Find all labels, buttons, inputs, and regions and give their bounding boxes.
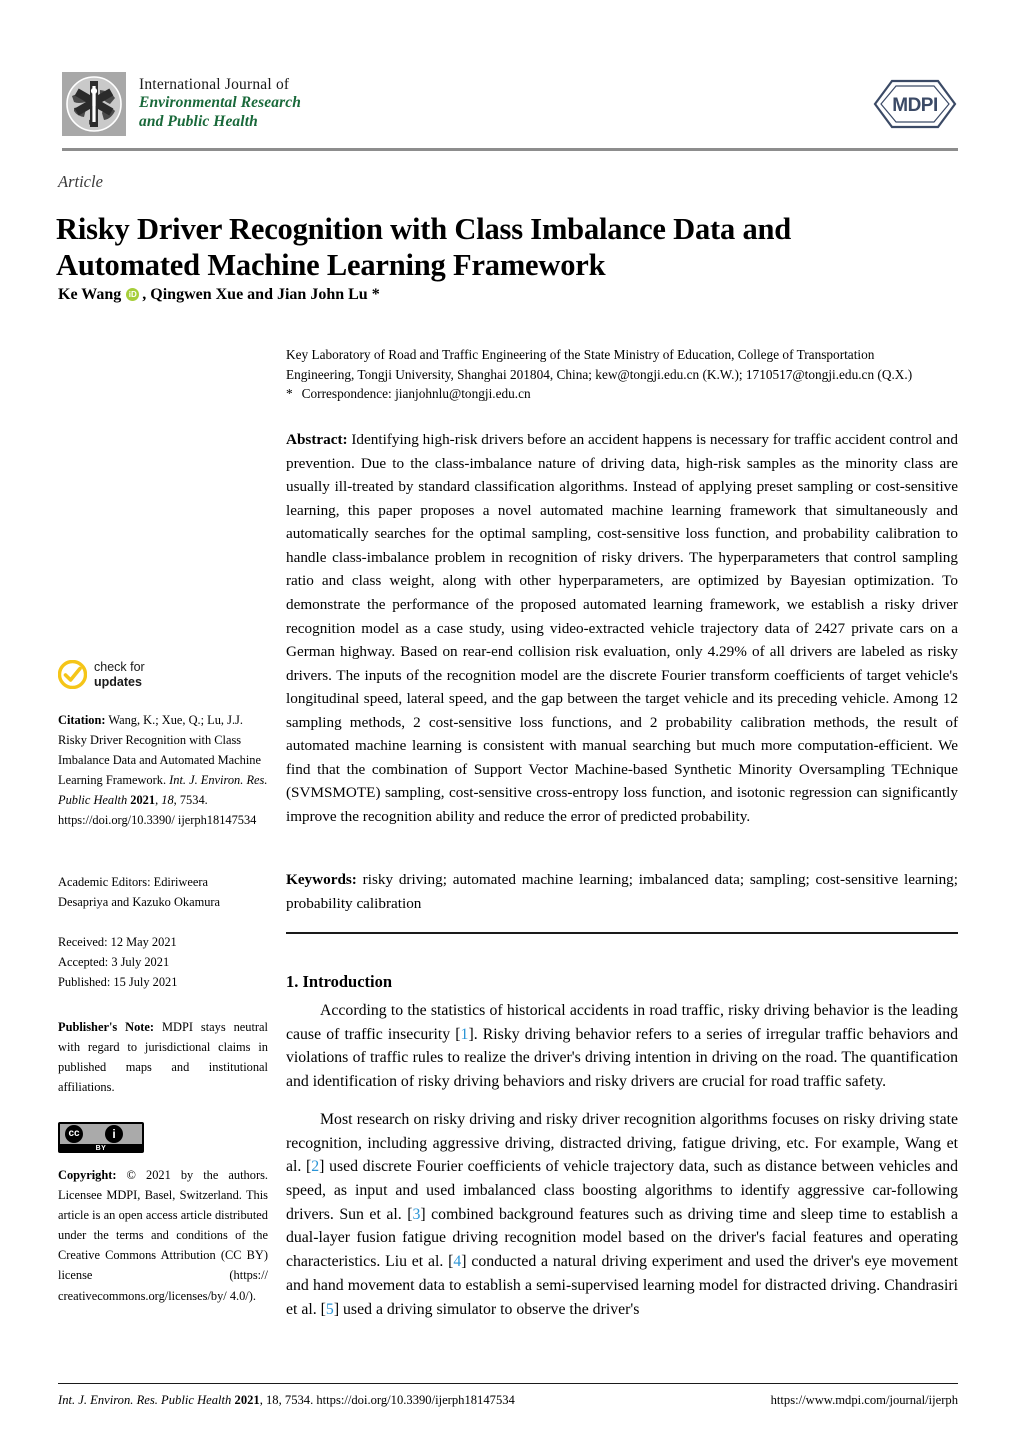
citation-ref-5[interactable]: 5 [326, 1301, 334, 1318]
paper-page: International Journal of Environmental R… [0, 0, 1020, 1442]
affiliation-block: Key Laboratory of Road and Traffic Engin… [286, 345, 958, 404]
journal-title-line1: International Journal of [139, 76, 290, 93]
academic-editors-block: Academic Editors: Ediriweera Desapriya a… [58, 872, 268, 912]
copyright-block: Copyright: © 2021 by the authors. Licens… [58, 1165, 268, 1306]
journal-logo: International Journal of Environmental R… [62, 72, 301, 136]
footer-citation: Int. J. Environ. Res. Public Health 2021… [58, 1393, 515, 1408]
check-updates-text: check for updates [94, 660, 145, 689]
journal-title-line2: Environmental Research [139, 94, 301, 112]
check-circle-icon [57, 659, 88, 690]
journal-title: International Journal of Environmental R… [139, 72, 301, 131]
cc-icon: cc [65, 1125, 83, 1143]
editors-line-1: Academic Editors: Ediriweera [58, 875, 209, 889]
affiliation-line-2: Engineering, Tongji University, Shanghai… [286, 366, 913, 382]
footer-journal-name: Int. J. Environ. Res. Public Health [58, 1393, 232, 1407]
footer-divider [58, 1383, 958, 1385]
footer-year: 2021 [234, 1393, 260, 1407]
keywords-section: Keywords: risky driving; automated machi… [286, 868, 958, 915]
section-heading-introduction: 1. Introduction [286, 972, 393, 991]
publication-dates-block: Received: 12 May 2021 Accepted: 3 July 2… [58, 932, 268, 992]
page-title: Risky Driver Recognition with Class Imba… [56, 212, 792, 283]
abstract-section: Abstract: Identifying high-risk drivers … [286, 428, 958, 829]
cc-by-label: BY [95, 1145, 107, 1152]
intro-paragraph-2: Most research on risky driving and risky… [286, 1108, 958, 1321]
citation-year: 2021 [130, 793, 156, 808]
copyright-text: © 2021 by the authors. Licensee MDPI, Ba… [58, 1168, 268, 1303]
keywords-label: Keywords: [286, 871, 357, 888]
abstract-label: Abstract: [286, 431, 348, 448]
mdpi-logo: MDPI [872, 78, 958, 130]
masthead-divider [62, 148, 958, 151]
editors-line-2: Desapriya and Kazuko Okamura [58, 895, 221, 910]
article-type-label: Article [58, 172, 103, 191]
svg-text:MDPI: MDPI [892, 95, 938, 116]
footer-citation-rest: , 18, 7534. https://doi.org/10.3390/ijer… [259, 1393, 515, 1407]
check-updates-line2: updates [94, 674, 142, 689]
date-accepted: Accepted: 3 July 2021 [58, 955, 170, 970]
creative-commons-license-icon[interactable]: cc i BY [58, 1122, 144, 1153]
para2-text-e: ] used a driving simulator to observe th… [333, 1300, 640, 1318]
publishers-note-block: Publisher's Note: MDPI stays neutral wit… [58, 1017, 268, 1097]
keywords-text: risky driving; automated machine learnin… [286, 871, 958, 912]
page-footer: Int. J. Environ. Res. Public Health 2021… [58, 1393, 958, 1408]
orcid-icon[interactable]: iD [126, 287, 140, 301]
publishers-note-label: Publisher's Note: [58, 1020, 155, 1034]
date-published: Published: 15 July 2021 [58, 975, 178, 990]
globe-medical-icon [62, 72, 126, 136]
date-received: Received: 12 May 2021 [58, 935, 177, 949]
footer-journal-url[interactable]: https://www.mdpi.com/journal/ijerph [771, 1393, 958, 1408]
affiliation-line-1: Key Laboratory of Road and Traffic Engin… [286, 347, 875, 362]
section-divider [286, 932, 958, 934]
author-names-rest: , Qingwen Xue and Jian John Lu * [142, 286, 380, 303]
cc-by-person-icon: i [105, 1125, 123, 1143]
correspondence-email: Correspondence: jianjohnlu@tongji.edu.cn [301, 386, 531, 402]
journal-title-line3: and Public Health [139, 112, 258, 130]
intro-paragraph-1: According to the statistics of historica… [286, 999, 958, 1094]
abstract-text: Identifying high-risk drivers before an … [286, 431, 958, 825]
correspondence-marker: * [286, 386, 293, 402]
masthead: International Journal of Environmental R… [62, 72, 958, 150]
citation-ref-2[interactable]: 2 [311, 1158, 319, 1175]
correspondence-line: * Correspondence: jianjohnlu@tongji.edu.… [286, 384, 958, 404]
author-list: Ke Wang iD , Qingwen Xue and Jian John L… [58, 286, 380, 304]
check-updates-line1: check for [94, 660, 145, 675]
citation-label: Citation: [58, 713, 106, 727]
citation-volume: 18 [161, 793, 174, 808]
copyright-label: Copyright: [58, 1168, 117, 1182]
citation-block: Citation: Wang, K.; Xue, Q.; Lu, J.J. Ri… [58, 710, 268, 831]
author-name-first: Ke Wang [58, 286, 122, 303]
check-for-updates-badge[interactable]: check for updates [57, 659, 268, 690]
